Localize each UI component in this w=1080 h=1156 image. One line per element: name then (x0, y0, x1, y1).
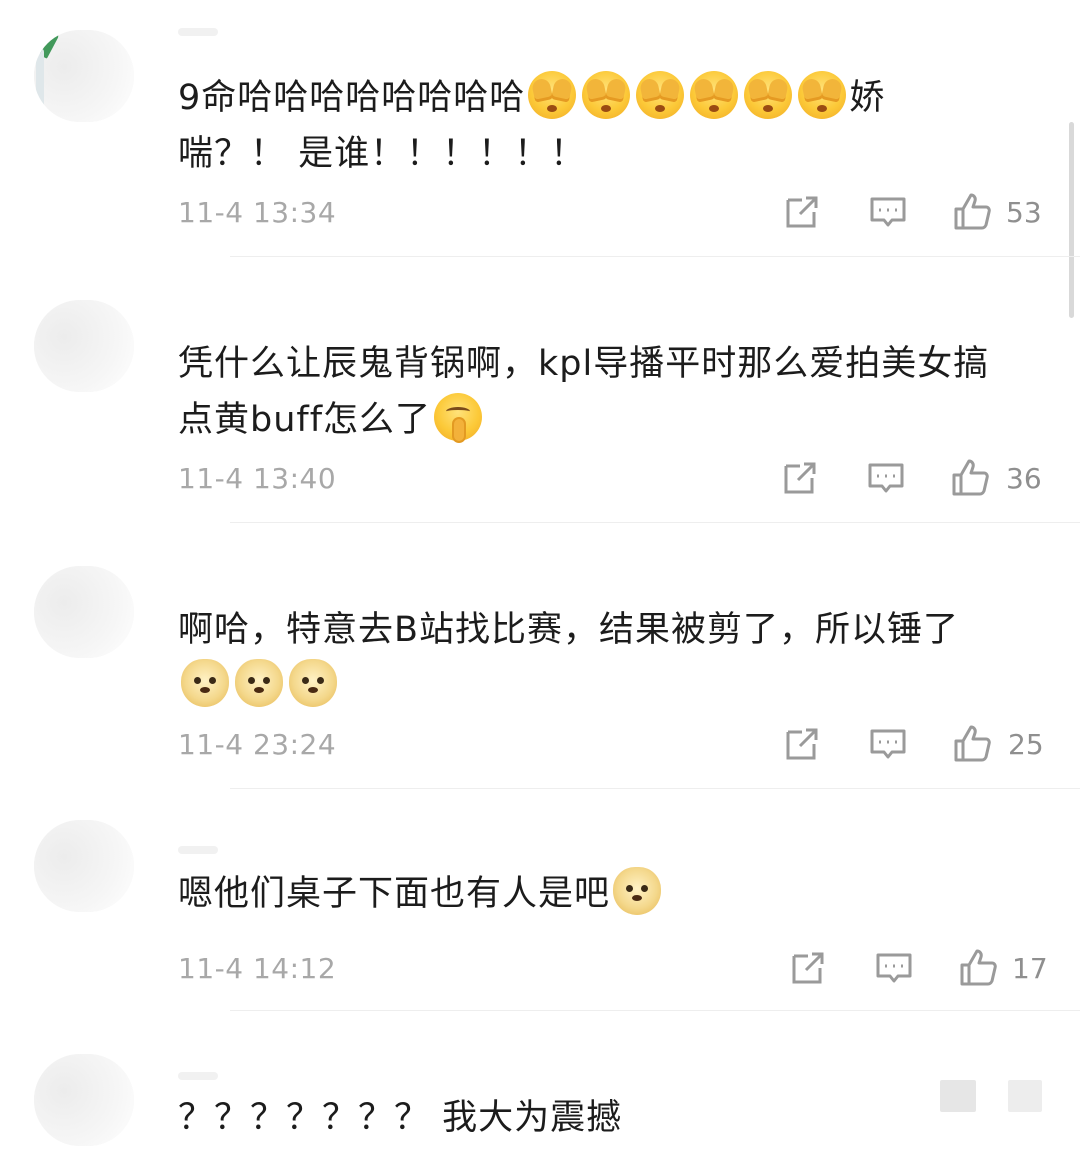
username-blurred[interactable] (178, 1072, 218, 1080)
comment-text: 凭什么让辰鬼背锅啊，kpl导播平时那么爱拍美女搞 点黄buff怎么了 (178, 336, 1058, 448)
shh-face-icon (434, 393, 483, 441)
share-icon (786, 196, 818, 228)
like-count: 53 (1006, 196, 1042, 229)
avatar-image (34, 820, 134, 912)
comment-text-part: ？？？？？？？ 我大为震撼 (178, 1098, 623, 1138)
comment-text-part: 娇 (849, 78, 886, 118)
thumbs-up-icon (952, 459, 989, 496)
like-button[interactable] (950, 722, 994, 766)
doge-icon (613, 867, 662, 915)
like-button[interactable] (956, 946, 1000, 990)
like-button[interactable] (950, 190, 994, 234)
reply-button[interactable] (864, 456, 908, 500)
cover-face-icon (528, 71, 577, 119)
comment-text-part: 嗯他们桌子下面也有人是吧 (178, 874, 611, 914)
comment-time: 11-4 13:40 (178, 462, 337, 495)
divider (230, 522, 1080, 523)
cover-face-icon (690, 71, 739, 119)
reply-button[interactable] (866, 190, 910, 234)
divider (230, 256, 1080, 257)
thumbs-up-icon (954, 725, 991, 762)
like-count: 25 (1008, 728, 1044, 761)
share-button[interactable] (780, 722, 824, 766)
cover-face-icon (636, 71, 685, 119)
avatar-image (34, 300, 134, 392)
reply-button[interactable] (866, 722, 910, 766)
like-count: 17 (1012, 952, 1048, 985)
share-icon (792, 952, 824, 984)
avatar[interactable] (34, 30, 134, 122)
like-count: 36 (1006, 462, 1042, 495)
comment-text-part: 凭什么让辰鬼背锅啊，kpl导播平时那么爱拍美女搞 (178, 344, 990, 384)
cover-face-icon (582, 71, 631, 119)
share-icon (786, 728, 818, 760)
comment-icon (868, 463, 904, 493)
comment-meta: 11-4 14:12 17 (0, 946, 1080, 996)
share-button[interactable] (780, 190, 824, 234)
thumbs-up-icon (954, 193, 991, 230)
avatar[interactable] (34, 566, 134, 658)
reply-button[interactable] (872, 946, 916, 990)
divider (230, 1010, 1080, 1011)
divider (230, 788, 1080, 789)
comment-time: 11-4 14:12 (178, 952, 337, 985)
blurred-content (940, 1080, 976, 1112)
blurred-content (1008, 1080, 1042, 1112)
thumbs-up-icon (960, 949, 997, 986)
share-button[interactable] (786, 946, 830, 990)
comment-time: 11-4 13:34 (178, 196, 337, 229)
comment-meta: 11-4 23:24 25 (0, 722, 1080, 772)
cover-face-icon (744, 71, 793, 119)
cover-face-icon (798, 71, 847, 119)
avatar-image (34, 566, 134, 658)
avatar[interactable] (34, 820, 134, 912)
comment-text-line2: 喘？！ 是谁！！！！！！ (178, 134, 587, 174)
like-button[interactable] (948, 456, 992, 500)
avatar-image (34, 1054, 134, 1146)
share-icon (784, 462, 816, 494)
avatar[interactable] (34, 300, 134, 392)
comment-meta: 11-4 13:40 36 (0, 456, 1080, 506)
comment-text: 啊哈，特意去B站找比赛，结果被剪了，所以锤了 (178, 602, 1058, 714)
comment-text-line2: 点黄buff怎么了 (178, 400, 432, 440)
comment-text: 9命哈哈哈哈哈哈哈哈 娇喘？！ 是谁！！！！！！ (178, 70, 1058, 182)
share-button[interactable] (778, 456, 822, 500)
comment-text: 嗯他们桌子下面也有人是吧 (178, 866, 1058, 922)
comment-meta: 11-4 13:34 53 (0, 190, 1080, 240)
avatar-shape (36, 48, 44, 108)
comment-text-part: 啊哈，特意去B站找比赛，结果被剪了，所以锤了 (178, 610, 960, 650)
comment-text: ？？？？？？？ 我大为震撼 (178, 1090, 1058, 1146)
avatar[interactable] (34, 1054, 134, 1146)
comment-icon (870, 729, 906, 759)
username-blurred[interactable] (178, 846, 218, 854)
doge-icon (289, 659, 337, 707)
doge-icon (181, 659, 229, 707)
comment-icon (876, 953, 912, 983)
comment-time: 11-4 23:24 (178, 728, 337, 761)
doge-icon (235, 659, 283, 707)
username-blurred[interactable] (178, 28, 218, 36)
comment-icon (870, 197, 906, 227)
comment-text-part: 9命哈哈哈哈哈哈哈哈 (178, 78, 526, 118)
